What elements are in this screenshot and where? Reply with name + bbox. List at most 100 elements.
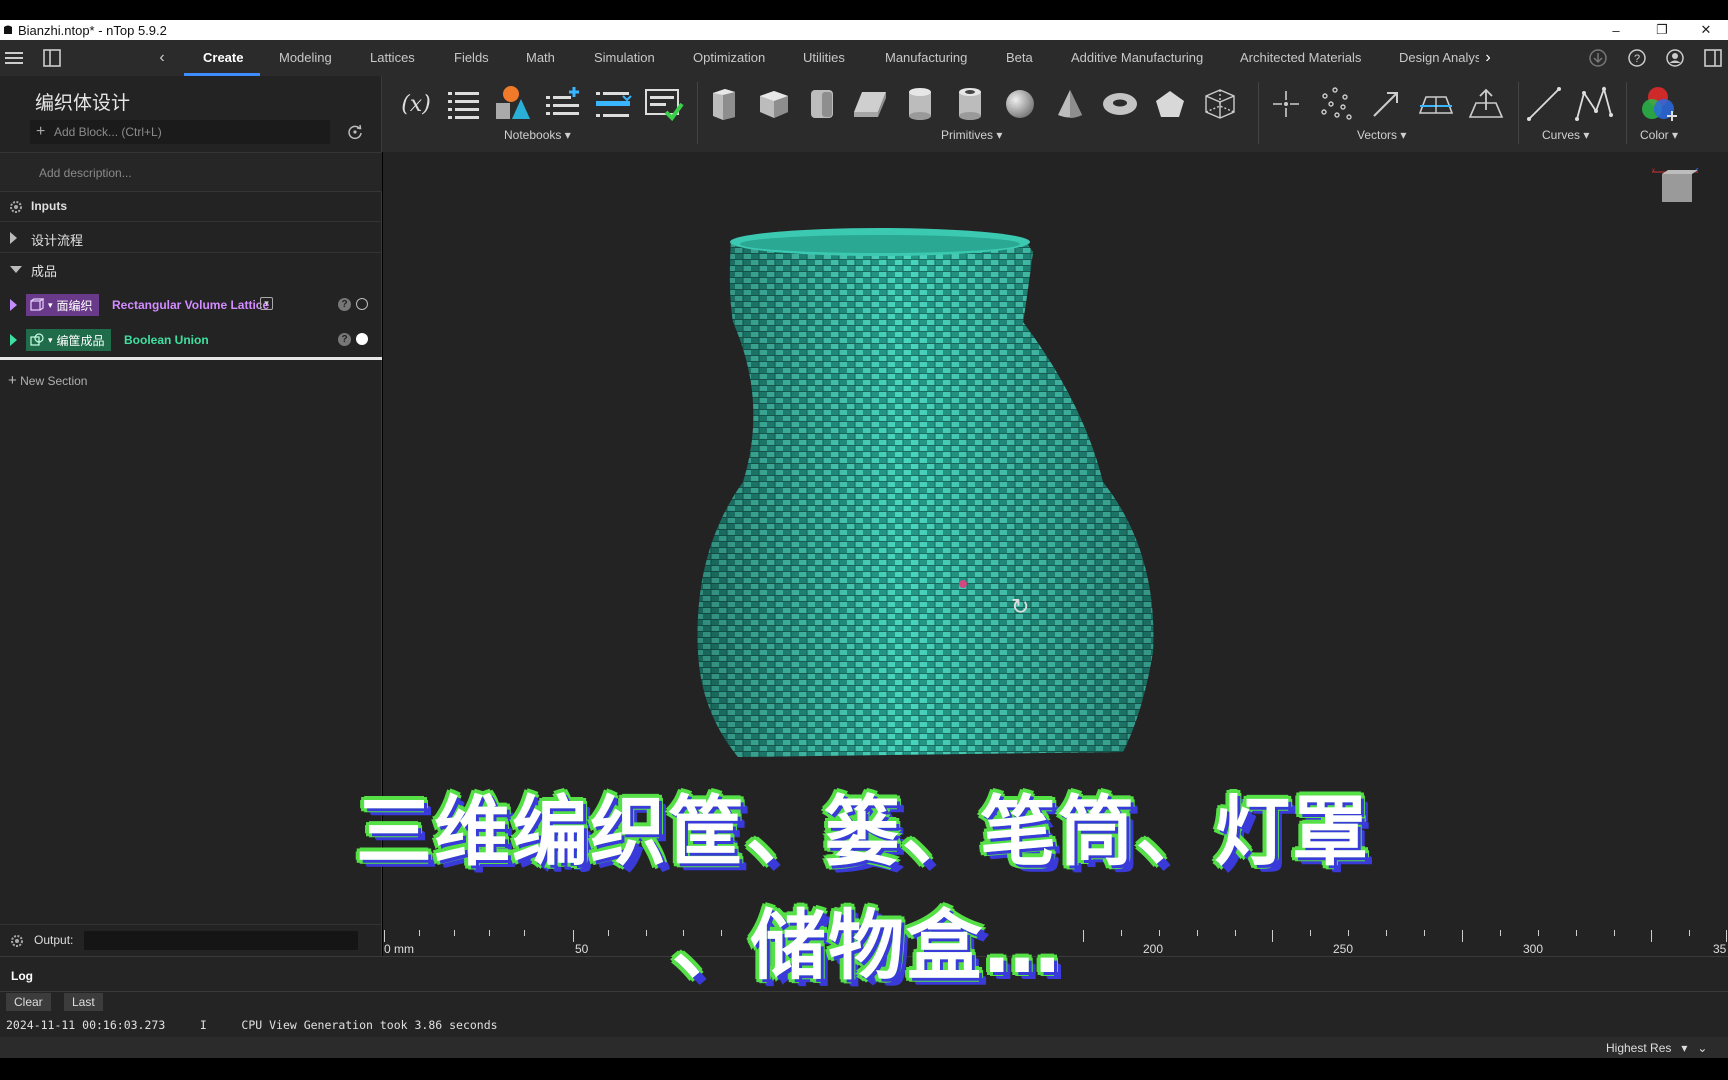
line-icon[interactable] xyxy=(1524,84,1564,124)
download-icon[interactable] xyxy=(1587,48,1609,68)
window-title: Bianzhi.ntop* - nTop 5.9.2 xyxy=(18,22,167,38)
help-icon[interactable]: ? xyxy=(338,333,351,346)
tab-math[interactable]: Math xyxy=(526,40,555,76)
add-list-icon[interactable] xyxy=(544,84,584,124)
view-cube[interactable]: x xyxy=(1648,166,1702,210)
section-label: 设计流程 xyxy=(31,233,84,248)
block-tag-lattice[interactable]: ▾ 面编织 xyxy=(26,294,99,316)
close-button[interactable]: ✕ xyxy=(1688,20,1724,40)
color-rgb-icon[interactable] xyxy=(1640,84,1680,124)
cube-primitive-icon[interactable] xyxy=(754,84,794,124)
help-icon[interactable]: ? xyxy=(1626,48,1648,68)
add-block-input[interactable]: + Add Block... (Ctrl+L) xyxy=(30,120,330,144)
help-icon[interactable]: ? xyxy=(338,298,351,311)
notebook-title[interactable]: 编织体设计 xyxy=(35,88,130,115)
tab-beta[interactable]: Beta xyxy=(1006,40,1033,76)
boolean-union-icon xyxy=(30,333,44,346)
chevron-right-icon[interactable] xyxy=(10,334,17,346)
point-cloud-icon[interactable] xyxy=(1316,84,1356,124)
sphere-primitive-icon[interactable] xyxy=(1000,84,1040,124)
tab-simulation[interactable]: Simulation xyxy=(594,40,655,76)
tab-utilities[interactable]: Utilities xyxy=(803,40,845,76)
letterbox-top xyxy=(0,0,1728,20)
shapes-icon[interactable] xyxy=(494,84,534,124)
last-log-button[interactable]: Last xyxy=(64,993,103,1011)
tab-architected-materials[interactable]: Architected Materials xyxy=(1240,40,1361,76)
notebooks-group-label[interactable]: Notebooks ▾ xyxy=(504,128,571,142)
ribbon-tab-bar: ‹ Create Modeling Lattices Fields Math S… xyxy=(0,40,1728,76)
section-design-flow[interactable]: 设计流程 xyxy=(0,223,382,253)
restore-button[interactable]: ❐ xyxy=(1644,20,1680,40)
notebook-panel: 编织体设计 + Add Block... (Ctrl+L) Add descri… xyxy=(0,76,382,956)
hamburger-menu-icon[interactable] xyxy=(2,48,26,68)
cone-primitive-icon[interactable] xyxy=(1050,84,1090,124)
subtitle-line-2: 、储物盒… xyxy=(672,901,1062,990)
polyline-icon[interactable] xyxy=(1574,84,1614,124)
description-row[interactable]: Add description... xyxy=(0,152,382,192)
tab-additive-manufacturing[interactable]: Additive Manufacturing xyxy=(1071,40,1203,76)
svg-text:?: ? xyxy=(1634,53,1640,65)
toolbar-separator xyxy=(1626,82,1627,144)
visibility-on-icon[interactable] xyxy=(356,333,368,345)
rounded-box-primitive-icon[interactable] xyxy=(802,84,842,124)
chevron-right-icon[interactable] xyxy=(10,299,17,311)
refresh-icon[interactable] xyxy=(344,122,366,142)
vectors-group-label[interactable]: Vectors ▾ xyxy=(1357,128,1406,142)
tab-optimization[interactable]: Optimization xyxy=(693,40,765,76)
output-field[interactable] xyxy=(84,931,358,950)
checklist-icon[interactable] xyxy=(644,84,684,124)
inputs-row[interactable]: Inputs xyxy=(0,192,382,222)
tab-lattices[interactable]: Lattices xyxy=(370,40,415,76)
ribbon-toolbar: (x) Notebooks ▾ Primitives ▾ Vectors ▾ C… xyxy=(382,76,1728,152)
block-type-label: Rectangular Volume Lattice xyxy=(112,298,270,312)
section-finished-product[interactable]: 成品 xyxy=(0,254,382,284)
toolbar-separator xyxy=(1258,82,1259,144)
toolbar-separator xyxy=(697,82,698,144)
curves-group-label[interactable]: Curves ▾ xyxy=(1542,128,1589,142)
box-primitive-icon[interactable] xyxy=(704,84,744,124)
bounding-box-icon[interactable] xyxy=(1200,84,1240,124)
new-section-label: New Section xyxy=(20,374,88,388)
tab-fields[interactable]: Fields xyxy=(454,40,489,76)
tab-design-analysis[interactable]: Design Analys xyxy=(1399,40,1479,76)
account-icon[interactable] xyxy=(1664,48,1686,68)
add-block-placeholder: Add Block... (Ctrl+L) xyxy=(54,125,162,139)
block-row-lattice[interactable]: ▾ 面编织 Rectangular Volume Lattice ▾ ? xyxy=(0,288,382,322)
plane-icon[interactable] xyxy=(1416,84,1456,124)
lattice-icon xyxy=(30,298,44,311)
panel-toggle-icon[interactable] xyxy=(40,48,64,68)
block-row-union[interactable]: ▾ 编筐成品 Boolean Union ? xyxy=(0,323,382,357)
tab-manufacturing[interactable]: Manufacturing xyxy=(885,40,967,76)
block-tag-union[interactable]: ▾ 编筐成品 xyxy=(26,329,111,351)
variable-block-button[interactable]: (x) xyxy=(396,84,436,124)
primitives-group-label[interactable]: Primitives ▾ xyxy=(941,128,1002,142)
slab-primitive-icon[interactable] xyxy=(850,84,890,124)
point-icon[interactable] xyxy=(1266,84,1306,124)
visibility-off-icon[interactable] xyxy=(356,298,368,310)
plane-normal-icon[interactable] xyxy=(1466,84,1506,124)
type-dropdown-icon[interactable]: ▾ xyxy=(260,297,273,310)
vector-arrow-icon[interactable] xyxy=(1366,84,1406,124)
list-icon[interactable] xyxy=(444,84,484,124)
log-tab[interactable]: Log xyxy=(11,969,33,983)
color-group-label[interactable]: Color ▾ xyxy=(1640,128,1678,142)
pentagon-primitive-icon[interactable] xyxy=(1150,84,1190,124)
plus-icon: + xyxy=(8,372,17,389)
log-entry: 2024-11-11 00:16:03.273 I CPU View Gener… xyxy=(6,1018,498,1032)
new-section-button[interactable]: + New Section xyxy=(8,372,87,389)
insert-list-icon[interactable] xyxy=(594,84,634,124)
clear-log-button[interactable]: Clear xyxy=(6,993,51,1011)
tabs-scroll-right-icon[interactable]: › xyxy=(1478,48,1498,68)
torus-primitive-icon[interactable] xyxy=(1100,84,1140,124)
output-row: Output: xyxy=(0,924,382,954)
resolution-select[interactable]: Highest Res ▾ ⌄ xyxy=(1606,1041,1707,1055)
tab-modeling[interactable]: Modeling xyxy=(279,40,332,76)
minimize-button[interactable]: – xyxy=(1598,20,1634,40)
right-panel-toggle-icon[interactable] xyxy=(1702,48,1724,68)
tube-primitive-icon[interactable] xyxy=(950,84,990,124)
cylinder-primitive-icon[interactable] xyxy=(900,84,940,124)
tabs-scroll-left-icon[interactable]: ‹ xyxy=(152,48,172,68)
gear-icon xyxy=(10,201,22,213)
chevron-right-icon xyxy=(10,232,17,244)
tab-create[interactable]: Create xyxy=(203,40,243,76)
